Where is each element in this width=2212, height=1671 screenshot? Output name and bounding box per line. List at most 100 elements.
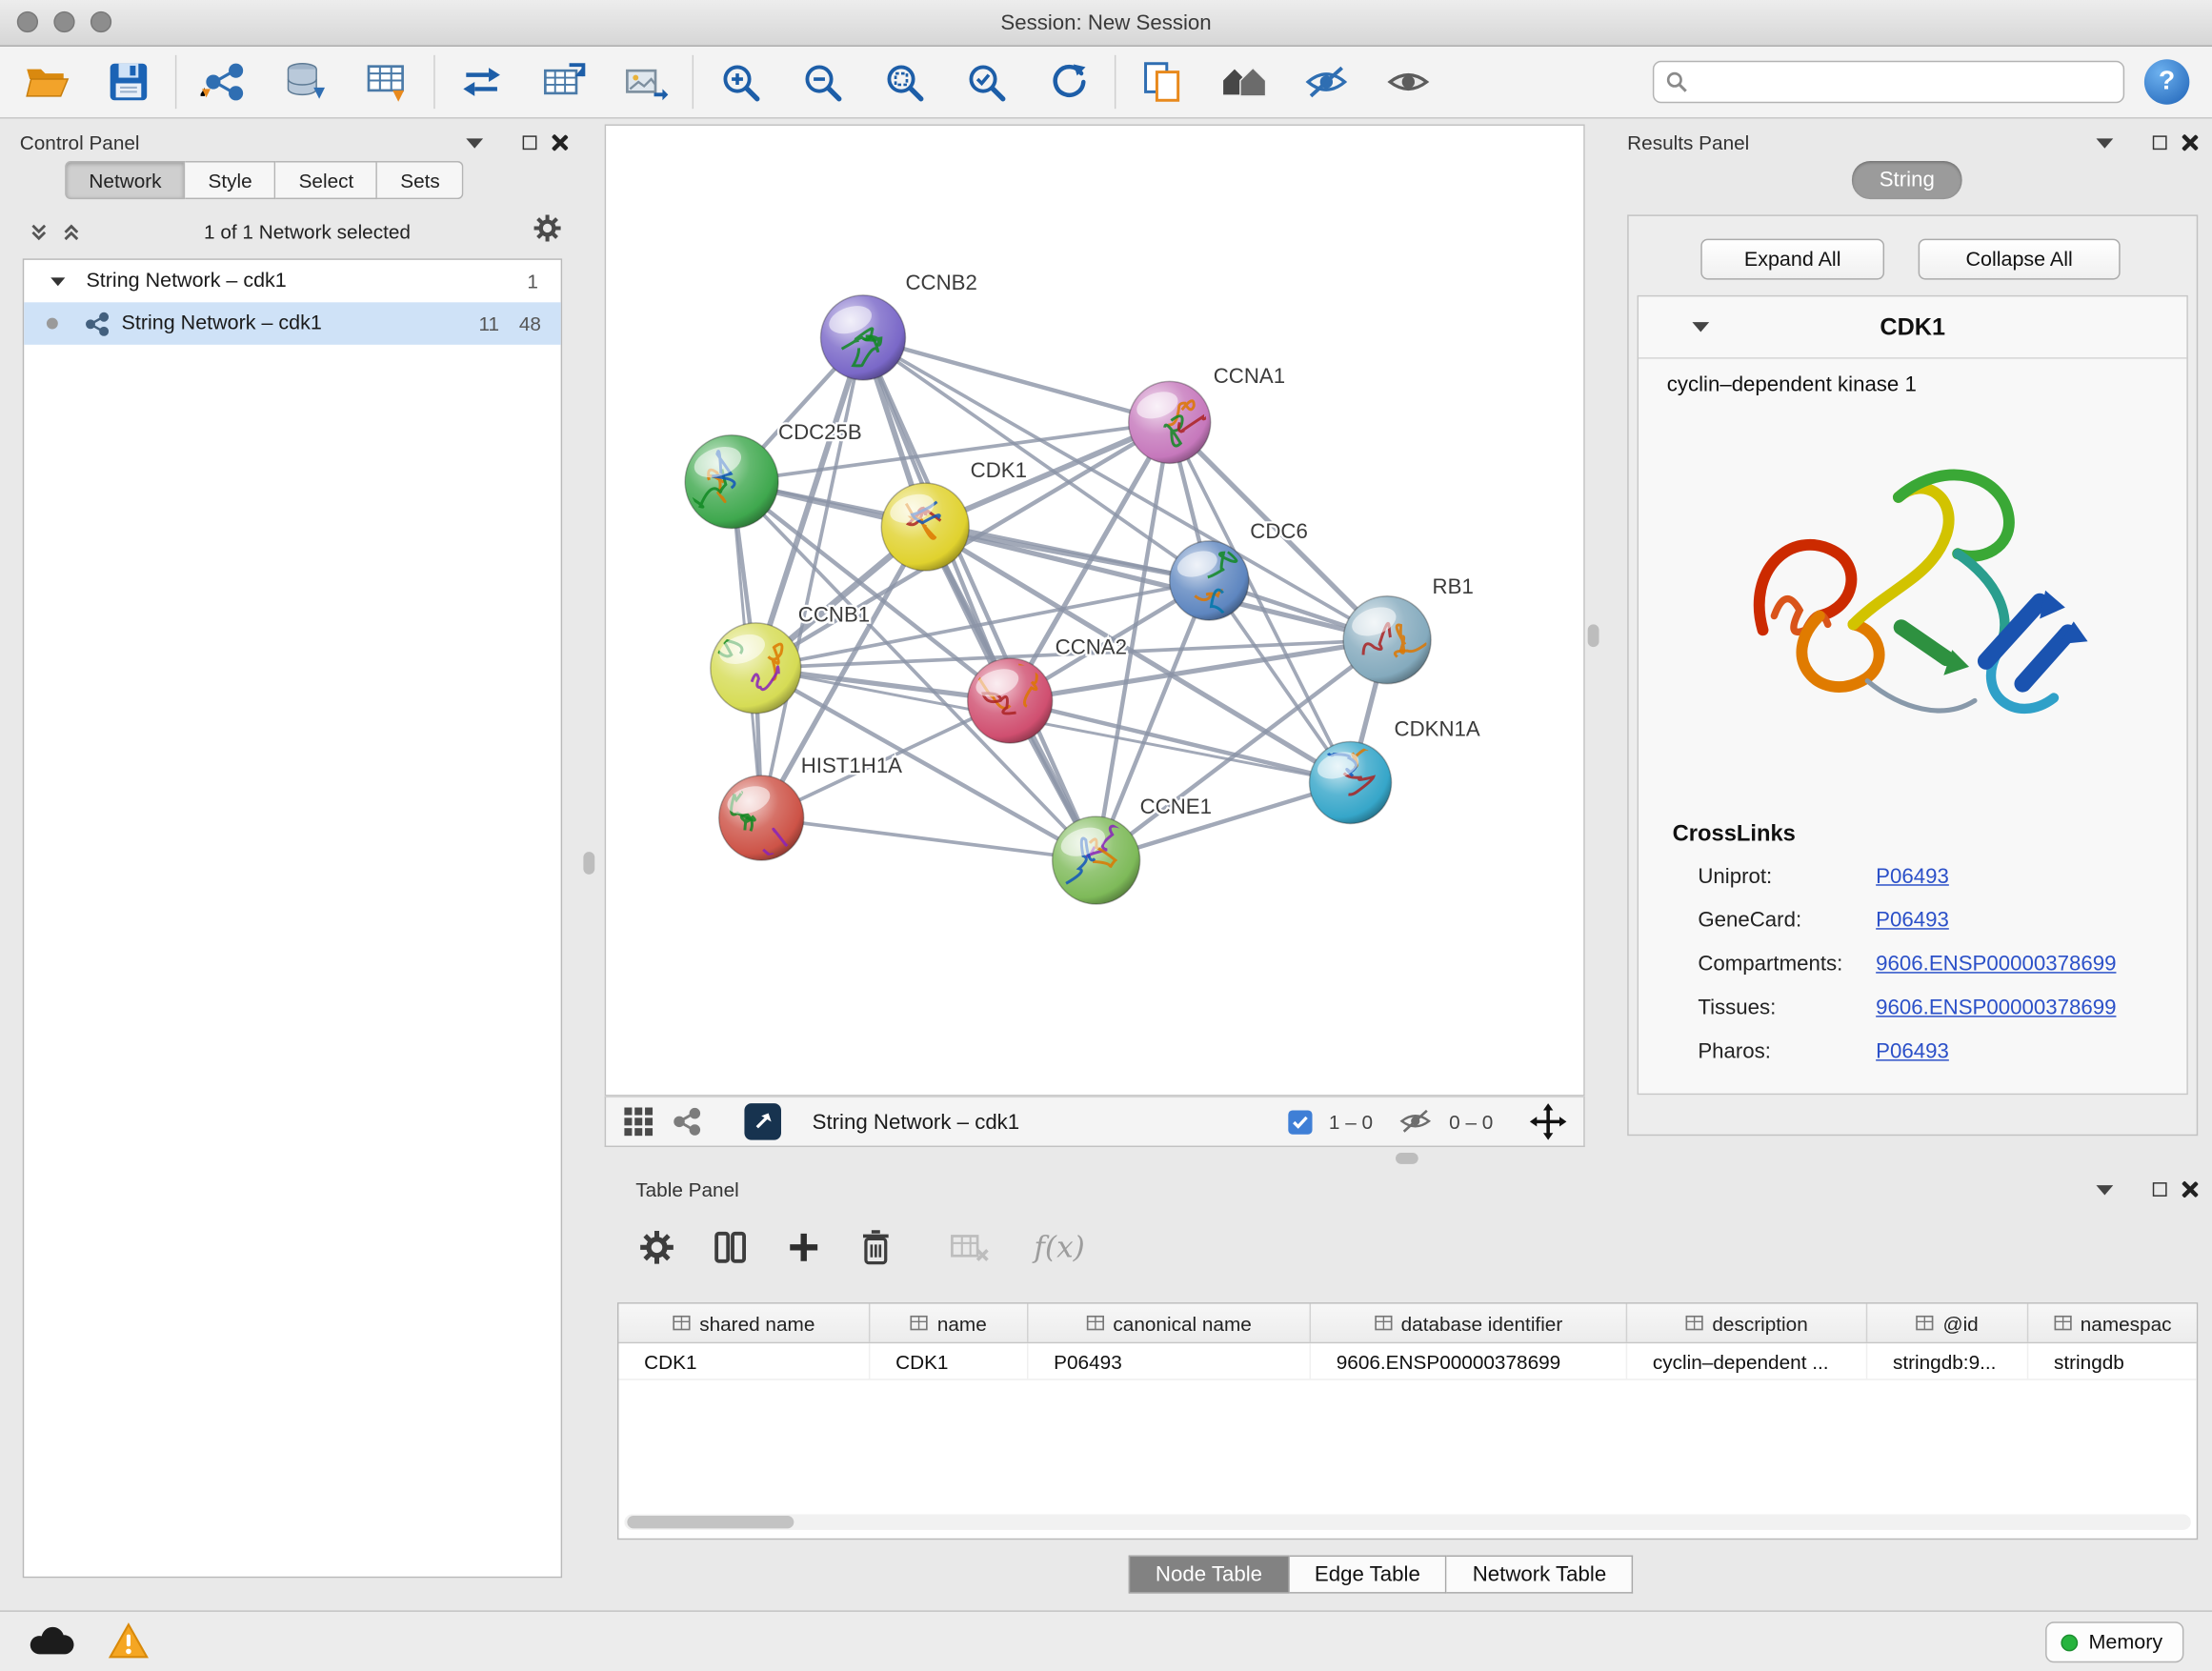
memory-button[interactable]: Memory [2045,1621,2184,1662]
horizontal-scrollbar[interactable] [624,1515,2190,1530]
network-list-icon[interactable] [671,1106,702,1137]
houses-icon[interactable] [1220,58,1268,106]
network-node-CCNA1[interactable]: CCNA1 [1129,364,1285,464]
zoom-selected-icon[interactable] [962,58,1010,106]
network-options-gear-icon[interactable] [533,213,562,251]
search-field[interactable] [1653,61,2124,103]
crosslink-genecard-link[interactable]: P06493 [1876,908,1949,932]
hidden-eye-slash-icon[interactable] [1398,1108,1433,1137]
table-tabs: Node Table Edge Table Network Table [1129,1556,1634,1594]
expand-all-icon[interactable] [61,221,82,242]
cell-canonical-name[interactable]: P06493 [1028,1343,1311,1379]
cell-id[interactable]: stringdb:9... [1867,1343,2028,1379]
network-view-canvas[interactable]: CCNB2CCNA1CDC25BCDK1CDC6RB1CCNB1CCNA2CDK… [605,124,1585,1096]
selected-nodes-checkbox[interactable] [1288,1110,1312,1134]
crosslink-uniprot-link[interactable]: P06493 [1876,864,1949,888]
table-row[interactable]: CDK1 CDK1 P06493 9606.ENSP00000378699 cy… [618,1343,2196,1380]
network-graph[interactable]: CCNB2CCNA1CDC25BCDK1CDC6RB1CCNB1CCNA2CDK… [606,126,1583,1095]
maximize-panel-icon[interactable] [523,135,537,150]
expand-all-button[interactable]: Expand All [1700,239,1884,280]
tab-edge-table[interactable]: Edge Table [1289,1556,1447,1594]
network-node-CDKN1A[interactable]: CDKN1A [1310,717,1480,824]
table-options-gear-icon[interactable] [638,1229,675,1266]
show-all-eye-icon[interactable] [1384,58,1432,106]
tab-node-table[interactable]: Node Table [1129,1556,1289,1594]
maximize-panel-icon[interactable] [2153,1182,2167,1197]
column-header[interactable]: database identifier [1311,1304,1627,1342]
crosslink-tissues-link[interactable]: 9606.ENSP00000378699 [1876,996,2116,1019]
import-network-database-icon[interactable] [281,58,329,106]
open-session-icon[interactable] [23,58,70,106]
pan-move-icon[interactable] [1530,1103,1567,1140]
zoom-fit-icon[interactable] [880,58,928,106]
cell-name[interactable]: CDK1 [870,1343,1028,1379]
cell-shared-name[interactable]: CDK1 [618,1343,870,1379]
cloud-icon[interactable] [26,1623,76,1661]
maximize-panel-icon[interactable] [2153,135,2167,150]
hide-selected-eye-slash-icon[interactable] [1302,58,1350,106]
vertical-splitter-handle[interactable] [583,852,594,875]
crosslink-compartments-link[interactable]: 9606.ENSP00000378699 [1876,952,2116,976]
close-panel-icon[interactable] [2181,134,2198,151]
horizontal-splitter-handle[interactable] [1396,1153,1418,1164]
float-panel-icon[interactable] [2096,138,2113,148]
detach-view-icon[interactable] [744,1103,781,1140]
copy-document-icon[interactable] [1138,58,1186,106]
crosslink-pharos-link[interactable]: P06493 [1876,1039,1949,1063]
scrollbar-thumb[interactable] [627,1516,794,1528]
warning-icon[interactable] [108,1621,150,1660]
tab-network-table[interactable]: Network Table [1447,1556,1633,1594]
network-node-CCNB1[interactable]: CCNB1 [702,602,871,713]
import-table-icon[interactable] [363,58,411,106]
float-panel-icon[interactable] [466,138,483,148]
create-column-plus-icon[interactable] [785,1229,822,1266]
zoom-out-icon[interactable] [798,58,846,106]
cell-database-identifier[interactable]: 9606.ENSP00000378699 [1311,1343,1627,1379]
tab-string[interactable]: String [1852,161,1962,199]
column-header[interactable]: shared name [618,1304,870,1342]
grid-view-icon[interactable] [623,1106,654,1137]
column-header[interactable]: namespac [2028,1304,2196,1342]
collapse-all-icon[interactable] [29,221,50,242]
show-columns-icon[interactable] [712,1229,749,1266]
search-input[interactable] [1697,70,2112,93]
cell-description[interactable]: cyclin–dependent ... [1627,1343,1867,1379]
refresh-icon[interactable] [1044,58,1092,106]
network-row-selected[interactable]: String Network – cdk1 11 48 [24,302,560,344]
import-network-file-icon[interactable] [199,58,247,106]
collapse-all-button[interactable]: Collapse All [1919,239,2121,280]
network-collection-row[interactable]: String Network – cdk1 1 [24,260,560,302]
network-node-CDK1[interactable]: CDK1 [881,458,1027,571]
window-close-button[interactable] [17,11,38,32]
gene-section-header[interactable]: CDK1 [1639,296,2186,358]
delete-table-icon[interactable] [949,1231,989,1265]
column-header[interactable]: description [1627,1304,1867,1342]
window-zoom-button[interactable] [90,11,111,32]
column-header[interactable]: name [870,1304,1028,1342]
network-node-HIST1H1A[interactable]: HIST1H1A [719,754,902,866]
tab-style[interactable]: Style [186,161,276,199]
close-panel-icon[interactable] [551,134,568,151]
network-view-title: String Network – cdk1 [813,1110,1271,1134]
column-header[interactable]: canonical name [1028,1304,1311,1342]
cell-namespace[interactable]: stringdb [2028,1343,2196,1379]
network-edges[interactable] [732,337,1387,860]
column-header[interactable]: @id [1867,1304,2028,1342]
zoom-in-icon[interactable] [716,58,764,106]
help-button[interactable]: ? [2144,59,2189,104]
window-minimize-button[interactable] [53,11,74,32]
tab-select[interactable]: Select [276,161,378,199]
export-network-icon[interactable] [457,58,505,106]
tab-sets[interactable]: Sets [378,161,464,199]
function-builder-icon[interactable]: f(x) [1034,1231,1084,1265]
delete-column-trash-icon[interactable] [859,1229,894,1266]
export-table-icon[interactable] [539,58,587,106]
save-session-icon[interactable] [105,58,152,106]
collection-expand-icon[interactable] [50,277,65,286]
float-panel-icon[interactable] [2096,1184,2113,1194]
network-node-RB1[interactable]: RB1 [1343,574,1474,684]
vertical-splitter-handle[interactable] [1588,624,1599,647]
close-panel-icon[interactable] [2181,1181,2198,1198]
tab-network[interactable]: Network [65,161,186,199]
export-image-icon[interactable] [621,58,669,106]
